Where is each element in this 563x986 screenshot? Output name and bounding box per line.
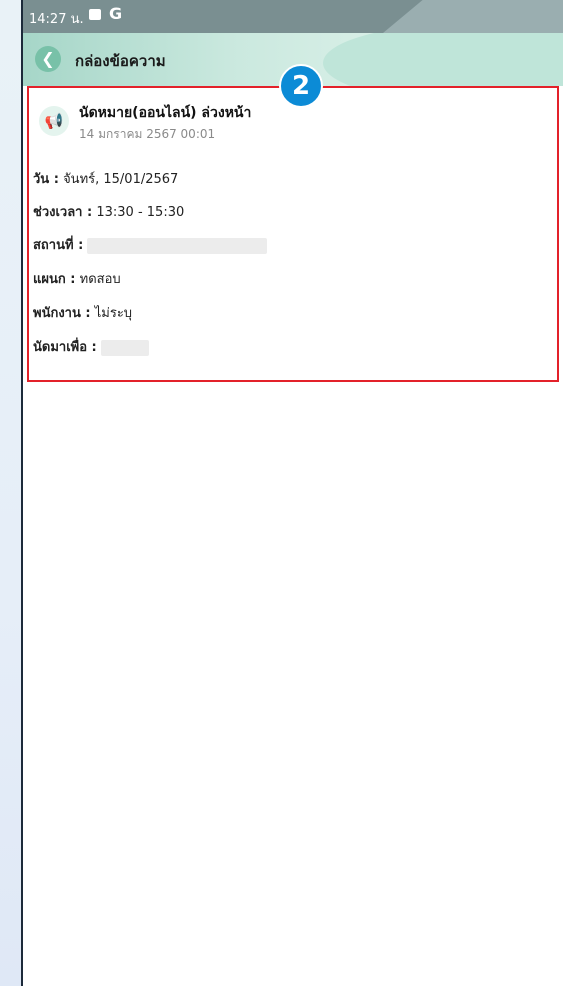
field-value: ไม่ระบุ (94, 306, 133, 321)
google-icon: G (109, 4, 123, 23)
field-label: แผนก : (33, 272, 76, 287)
phone-screen: 14:27 น. G ❮ กล่องข้อความ 2 📢 นัดหมาย(ออ… (23, 0, 563, 986)
message-date: 14 มกราคม 2567 00:01 (79, 127, 216, 141)
chevron-left-icon: ❮ (41, 49, 55, 68)
field-department: แผนก : ทดสอบ (33, 268, 121, 289)
field-label: สถานที่ : (33, 238, 84, 253)
redacted-value (87, 237, 268, 254)
status-time: 14:27 น. (29, 12, 84, 27)
field-location: สถานที่ : (33, 234, 268, 255)
left-frame (0, 0, 22, 986)
message-card[interactable]: 2 📢 นัดหมาย(ออนไลน์) ล่วงหน้า 14 มกราคม … (27, 64, 559, 382)
field-label: นัดมาเพื่อ : (33, 340, 97, 355)
status-bar-shade (383, 0, 563, 33)
field-label: พนักงาน : (33, 306, 91, 321)
message-title: นัดหมาย(ออนไลน์) ล่วงหน้า (79, 105, 252, 121)
message-icon (89, 9, 101, 20)
page-title: กล่องข้อความ (75, 52, 166, 70)
megaphone-icon: 📢 (39, 106, 69, 136)
step-badge: 2 (279, 64, 323, 108)
field-day: วัน : จันทร์, 15/01/2567 (33, 168, 178, 189)
field-value: ทดสอบ (79, 272, 121, 287)
field-time-range: ช่วงเวลา : 13:30 - 15:30 (33, 201, 184, 222)
field-staff: พนักงาน : ไม่ระบุ (33, 302, 132, 323)
field-value: จันทร์, 15/01/2567 (63, 172, 179, 187)
field-value: 13:30 - 15:30 (96, 205, 185, 220)
field-purpose: นัดมาเพื่อ : (33, 336, 149, 357)
redacted-value (100, 339, 149, 356)
field-label: ช่วงเวลา : (33, 205, 93, 220)
back-button[interactable]: ❮ (35, 46, 61, 72)
field-label: วัน : (33, 172, 59, 187)
header-decoration (323, 33, 563, 86)
status-bar: 14:27 น. G (23, 0, 563, 33)
